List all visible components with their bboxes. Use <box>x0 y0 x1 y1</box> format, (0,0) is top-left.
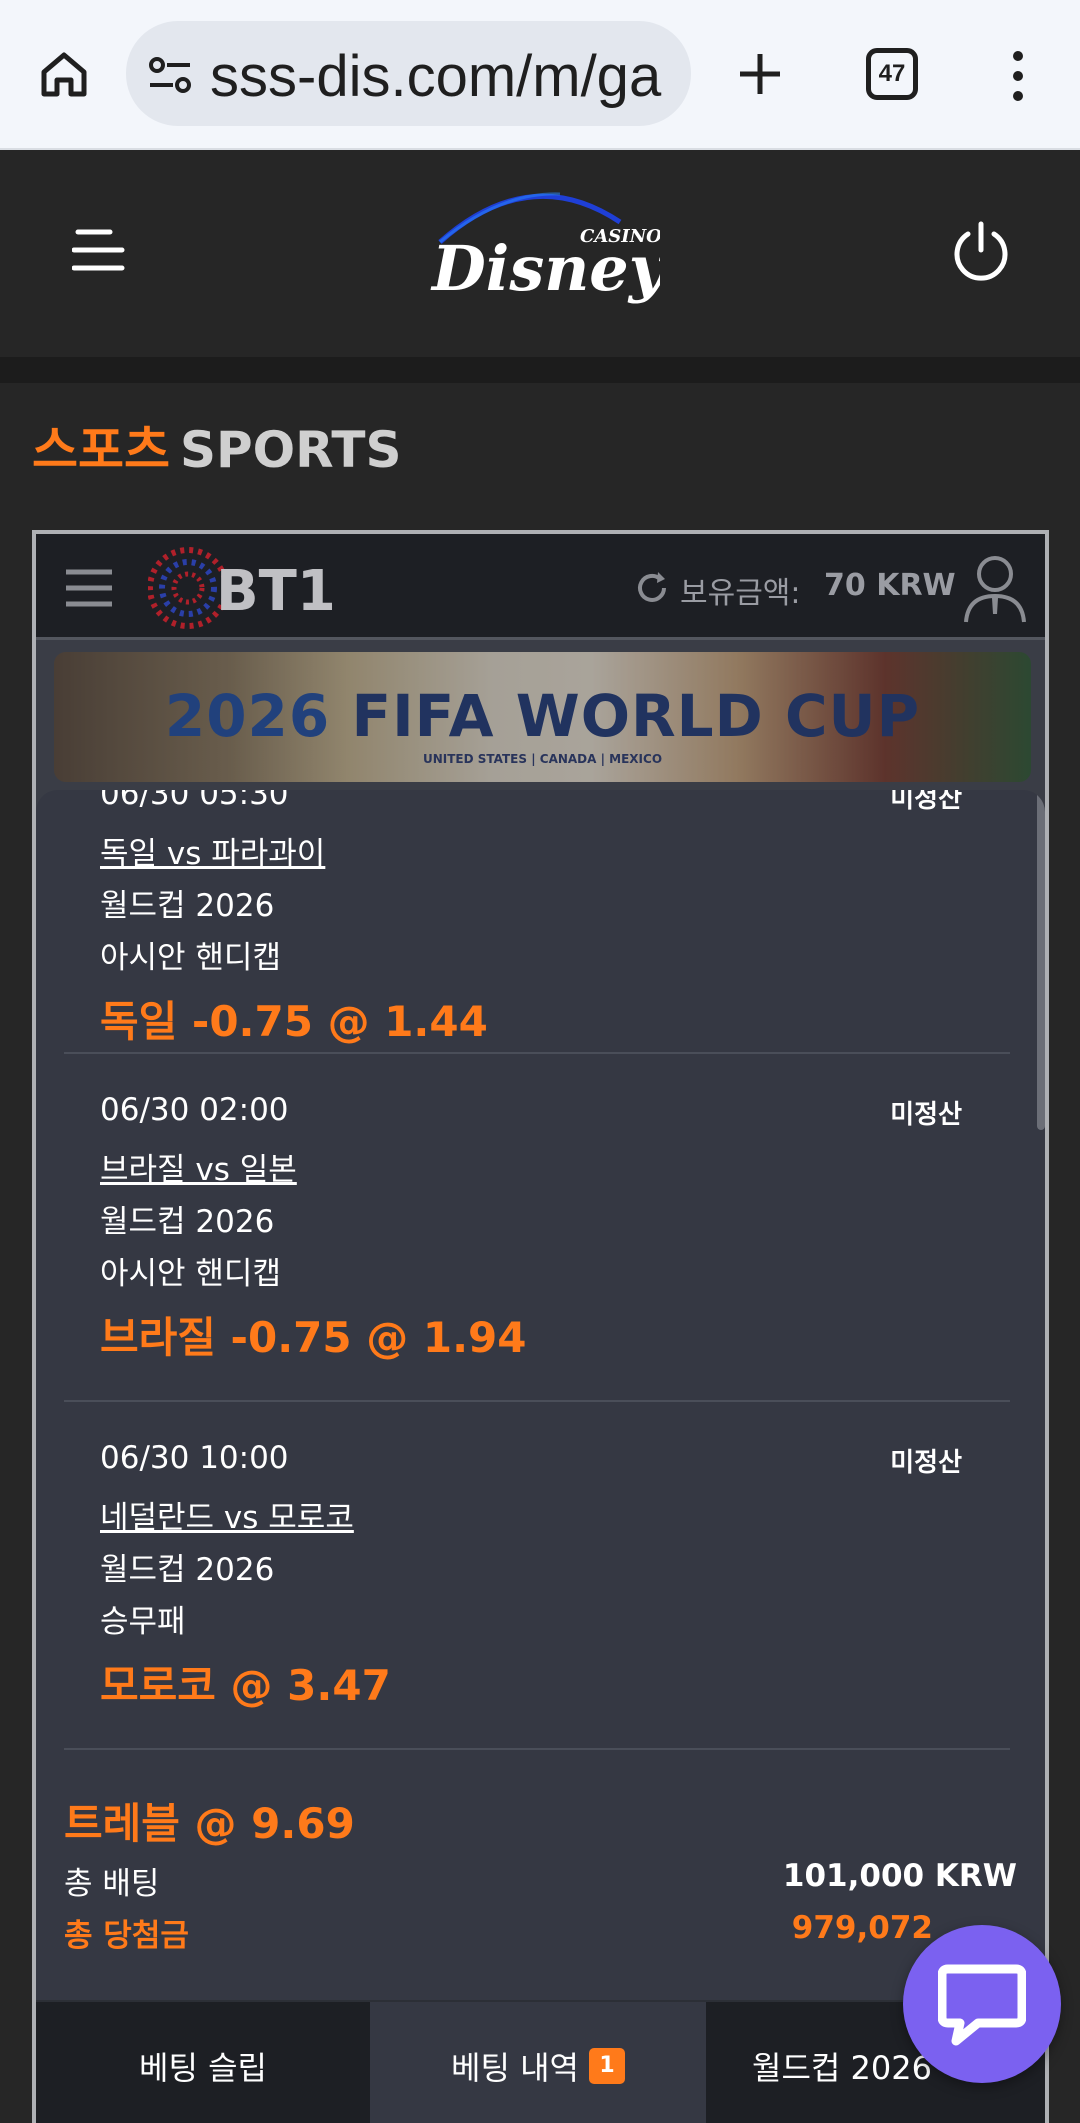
home-icon[interactable] <box>36 46 92 102</box>
bet-pick: 브라질 -0.75 @ 1.94 <box>100 1313 527 1362</box>
bet-time: 06/30 10:00 <box>100 1440 289 1476</box>
bet-match-link[interactable]: 브라질 vs 일본 <box>100 1144 297 1189</box>
page-title-en: SPORTS <box>180 421 402 479</box>
bet-item[interactable]: 06/30 05:30 미정산 독일 vs 파라과이 월드컵 2026 아시안 … <box>64 790 1010 1054</box>
disney-casino-logo[interactable]: Disney CASINO <box>420 172 660 322</box>
chat-button[interactable] <box>903 1925 1061 2083</box>
site-header: Disney CASINO <box>0 150 1080 357</box>
bet-status: 미정산 <box>890 790 962 814</box>
site-settings-icon[interactable] <box>148 55 192 95</box>
bet-time: 06/30 02:00 <box>100 1092 289 1128</box>
bet-market: 승무패 <box>100 1604 186 1640</box>
tab-bet-slip[interactable]: 베팅 슬립 <box>36 2002 370 2123</box>
new-tab-icon[interactable] <box>730 44 790 104</box>
power-icon[interactable] <box>950 220 1012 282</box>
bet-item[interactable]: 06/30 10:00 미정산 네덜란드 vs 모로코 월드컵 2026 승무패… <box>64 1402 1010 1750</box>
bet-status: 미정산 <box>890 1100 962 1130</box>
bet-count-badge: 1 <box>588 2047 625 2084</box>
bet-league: 월드컵 2026 <box>100 888 275 924</box>
refresh-icon[interactable] <box>634 570 670 606</box>
tab-bet-history-label: 베팅 내역 <box>451 2048 579 2087</box>
menu-icon[interactable] <box>72 226 128 274</box>
bottom-tab-bar: 베팅 슬립 베팅 내역 1 월드컵 2026 <box>36 2000 1045 2123</box>
bt1-logo[interactable]: BT1 <box>148 546 358 630</box>
sportsbook-menu-icon[interactable] <box>64 568 114 608</box>
bt1-logo-text: BT1 <box>216 559 336 624</box>
user-icon[interactable] <box>962 552 1028 624</box>
sportsbook-frame: BT1 보유금액: 70 KRW 2026 FIFA WORLD CUP UNI… <box>32 530 1049 2123</box>
total-bet-value: 101,000 KRW <box>782 1858 1017 1894</box>
browser-toolbar: sss-dis.com/m/ga 47 <box>0 0 1080 150</box>
bet-match-link[interactable]: 독일 vs 파라과이 <box>100 828 325 873</box>
header-divider <box>0 357 1080 383</box>
page-title-ko: 스포츠 <box>32 421 170 479</box>
bet-pick: 독일 -0.75 @ 1.44 <box>100 997 488 1046</box>
more-options-icon[interactable] <box>1006 48 1030 104</box>
tab-switcher-button[interactable]: 47 <box>866 48 918 100</box>
world-cup-banner[interactable]: 2026 FIFA WORLD CUP UNITED STATES | CANA… <box>54 652 1031 782</box>
banner-overlay <box>54 652 1031 782</box>
bet-item[interactable]: 06/30 02:00 미정산 브라질 vs 일본 월드컵 2026 아시안 핸… <box>64 1054 1010 1402</box>
chat-icon <box>938 1964 1026 2046</box>
bet-market: 아시안 핸디캡 <box>100 1256 281 1292</box>
page-title: 스포츠 SPORTS <box>32 410 402 482</box>
svg-text:CASINO: CASINO <box>580 226 660 247</box>
bet-status: 미정산 <box>890 1448 962 1478</box>
url-text[interactable]: sss-dis.com/m/ga <box>210 43 661 110</box>
tab-world-cup-label: 월드컵 2026 <box>752 2048 932 2087</box>
combo-odds: 트레블 @ 9.69 <box>64 1799 355 1848</box>
scrollbar[interactable] <box>1037 790 1045 1130</box>
bet-time: 06/30 05:30 <box>100 790 289 812</box>
sportsbook-header: BT1 보유금액: 70 KRW <box>36 534 1045 640</box>
bet-league: 월드컵 2026 <box>100 1204 275 1240</box>
total-bet-label: 총 배팅 <box>64 1866 160 1902</box>
balance-label: 보유금액: <box>680 576 801 611</box>
bet-league: 월드컵 2026 <box>100 1552 275 1588</box>
address-bar[interactable]: sss-dis.com/m/ga <box>126 21 691 126</box>
total-win-value: 979,072 <box>791 1910 933 1946</box>
bet-pick: 모로코 @ 3.47 <box>100 1661 391 1710</box>
tab-bet-history[interactable]: 베팅 내역 1 <box>370 2002 706 2123</box>
bet-match-link[interactable]: 네덜란드 vs 모로코 <box>100 1492 354 1537</box>
bet-market: 아시안 핸디캡 <box>100 940 281 976</box>
tab-bet-slip-label: 베팅 슬립 <box>139 2048 267 2087</box>
total-win-label: 총 당첨금 <box>64 1918 189 1954</box>
balance-value: 70 KRW <box>824 568 956 603</box>
bet-history-panel[interactable]: 06/30 05:30 미정산 독일 vs 파라과이 월드컵 2026 아시안 … <box>36 790 1045 2123</box>
